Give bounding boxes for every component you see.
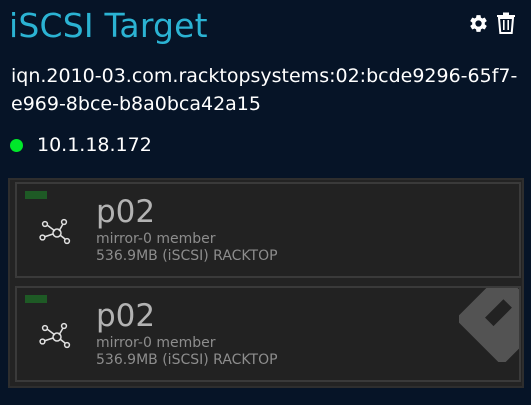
- lun-status-chip: [25, 191, 47, 199]
- lun-details: 536.9MB (iSCSI) RACKTOP: [96, 352, 278, 368]
- lun-card[interactable]: p02 mirror-0 member 536.9MB (iSCSI) RACK…: [15, 286, 521, 382]
- network-node-icon: [39, 322, 71, 349]
- lun-details: 536.9MB (iSCSI) RACKTOP: [96, 248, 278, 264]
- lun-name: p02: [96, 298, 156, 334]
- lun-status-chip: [25, 295, 47, 303]
- status-indicator: [10, 138, 23, 152]
- target-iqn: iqn.2010-03.com.racktopsystems:02:bcde92…: [11, 65, 518, 115]
- network-node-icon: [39, 218, 71, 245]
- lun-role: mirror-0 member: [96, 335, 216, 351]
- gear-icon: [469, 14, 487, 32]
- target-ip: 10.1.18.172: [37, 134, 152, 156]
- settings-button[interactable]: [467, 12, 489, 34]
- lun-list: p02 mirror-0 member 536.9MB (iSCSI) RACK…: [8, 178, 524, 388]
- brand-watermark-icon: [459, 288, 519, 362]
- trash-icon: [497, 12, 515, 34]
- lun-role: mirror-0 member: [96, 231, 216, 247]
- target-status: 10.1.18.172: [10, 133, 152, 157]
- lun-card[interactable]: p02 mirror-0 member 536.9MB (iSCSI) RACK…: [15, 182, 521, 278]
- delete-button[interactable]: [495, 12, 517, 34]
- lun-name: p02: [96, 194, 156, 230]
- page-title: iSCSI Target: [9, 6, 208, 45]
- header-actions: [467, 12, 517, 34]
- iscsi-target-panel: iSCSI Target iqn.2010-03.com.racktopsyst…: [0, 0, 531, 405]
